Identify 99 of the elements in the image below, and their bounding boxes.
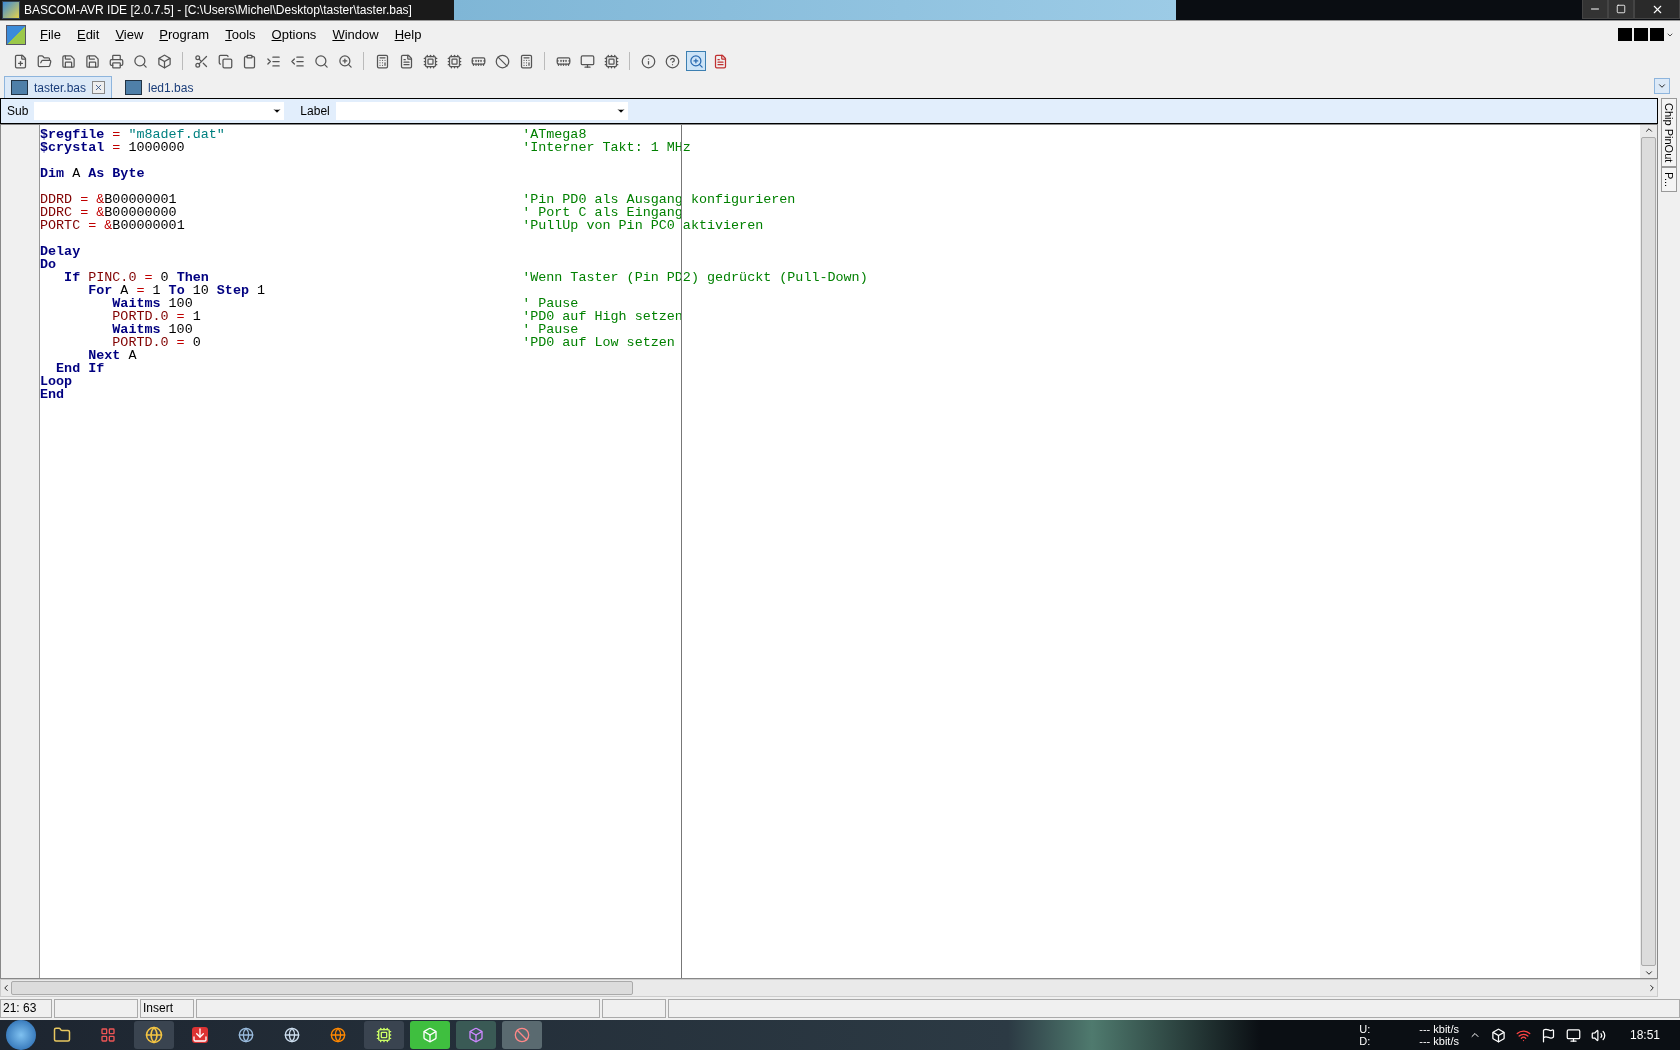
chip-program-icon bbox=[446, 53, 462, 69]
help-icon bbox=[664, 53, 680, 69]
side-tab[interactable]: P... bbox=[1661, 167, 1677, 193]
outdent-icon bbox=[289, 53, 305, 69]
volume-icon[interactable] bbox=[1590, 1027, 1606, 1043]
code-line: DDRC = &B00000000 bbox=[40, 206, 177, 219]
code-comment: 'PD0 auf High setzen bbox=[522, 310, 683, 323]
calculator-icon bbox=[518, 53, 534, 69]
code-line: PORTD.0 = 1 bbox=[111, 310, 201, 323]
caret-icon bbox=[615, 106, 626, 116]
monitor-tray-icon[interactable] bbox=[1565, 1027, 1581, 1043]
code-line: End If bbox=[55, 362, 105, 375]
folder-icon bbox=[36, 53, 52, 69]
caret-icon bbox=[272, 106, 283, 116]
search-icon bbox=[313, 53, 329, 69]
code-line: If PINC.0 = 0 Then bbox=[63, 271, 209, 284]
menu-item[interactable]: File bbox=[32, 27, 69, 42]
code-comment: 'Pin PD0 als Ausgang konfigurieren bbox=[522, 193, 796, 206]
minimize-button[interactable] bbox=[1582, 0, 1608, 19]
menu-item[interactable]: Options bbox=[263, 27, 325, 42]
upload-label: U: bbox=[1359, 1023, 1372, 1035]
menu-item[interactable]: Help bbox=[386, 27, 430, 42]
chip-icon bbox=[422, 53, 438, 69]
window-title: BASCOM-AVR IDE [2.0.7.5] - [C:\Users\Michel\Desktop\taster\taster.bas] bbox=[24, 3, 412, 17]
menu-item[interactable]: Program bbox=[151, 27, 218, 42]
code-comment: 'ATmega8 bbox=[522, 128, 587, 141]
scroll-down-icon bbox=[1643, 968, 1654, 978]
code-line: End bbox=[40, 388, 65, 401]
download-rate: --- kbit/s bbox=[1419, 1035, 1459, 1047]
label-label: Label bbox=[299, 104, 331, 118]
code-line: Dim A As Byte bbox=[40, 167, 145, 180]
app-icon bbox=[2, 1, 20, 19]
maximize-icon bbox=[1616, 4, 1626, 14]
code-line: $crystal = 1000000 bbox=[40, 141, 185, 154]
maximize-button[interactable] bbox=[1608, 0, 1634, 19]
menu-item[interactable]: Tools bbox=[217, 27, 264, 42]
side-tab[interactable]: Chip PinOut bbox=[1661, 98, 1677, 168]
scroll-up-icon bbox=[1643, 125, 1654, 135]
code-line: Next A bbox=[87, 349, 137, 362]
scroll-left-icon bbox=[1, 983, 11, 993]
code-comment: ' Port C als Eingang bbox=[522, 206, 683, 219]
chevron-down-icon bbox=[1657, 81, 1667, 91]
cut-icon bbox=[193, 53, 209, 69]
cursor-position: 21: 63 bbox=[0, 999, 52, 1018]
preview-icon bbox=[132, 53, 148, 69]
file-tab[interactable]: led1.bas bbox=[118, 76, 201, 98]
code-comment: 'PullUp von Pin PC0 aktivieren bbox=[522, 219, 764, 232]
box-tray-icon[interactable] bbox=[1490, 1027, 1506, 1043]
menu-item[interactable]: Edit bbox=[68, 27, 108, 42]
download-label: D: bbox=[1359, 1035, 1372, 1047]
code-line: Delay bbox=[40, 245, 81, 258]
save-icon bbox=[60, 53, 76, 69]
app-icon bbox=[6, 24, 26, 45]
code-line: Do bbox=[40, 258, 57, 271]
save-all-icon bbox=[84, 53, 100, 69]
paste-icon bbox=[241, 53, 257, 69]
copy-icon bbox=[217, 53, 233, 69]
window-layout-icon[interactable] bbox=[1618, 28, 1674, 41]
menu-item[interactable]: Window bbox=[324, 27, 387, 42]
pdf-icon bbox=[712, 53, 728, 69]
stop-icon bbox=[494, 53, 510, 69]
file-icon bbox=[125, 80, 143, 95]
code-comment: 'PD0 auf Low setzen bbox=[522, 336, 675, 349]
scroll-right-icon bbox=[1647, 983, 1657, 993]
clock: 18:51 bbox=[1629, 1028, 1660, 1042]
zoom-button[interactable] bbox=[686, 51, 706, 71]
file-icon bbox=[11, 80, 28, 95]
code-comment: ' Pause bbox=[522, 323, 579, 336]
flag-tray-icon[interactable] bbox=[1540, 1027, 1556, 1043]
horizontal-scrollbar[interactable] bbox=[0, 979, 1658, 997]
code-line: Waitms 100 bbox=[111, 323, 193, 336]
zoom-icon bbox=[688, 53, 704, 69]
lcd-icon bbox=[579, 53, 595, 69]
code-line: PORTD.0 = 0 bbox=[111, 336, 201, 349]
upload-rate: --- kbit/s bbox=[1419, 1023, 1459, 1035]
code-line: DDRD = &B00000001 bbox=[40, 193, 177, 206]
start-button[interactable] bbox=[6, 1020, 36, 1050]
ide-taskbar-icon[interactable] bbox=[364, 1021, 404, 1049]
code-comment: ' Pause bbox=[522, 297, 579, 310]
indent-icon bbox=[265, 53, 281, 69]
edit-mode: Insert bbox=[140, 999, 194, 1018]
code-line: Loop bbox=[40, 375, 73, 388]
close-button[interactable] bbox=[1634, 0, 1680, 19]
info-icon bbox=[640, 53, 656, 69]
file-tab[interactable]: taster.bas bbox=[4, 76, 113, 98]
menu-item[interactable]: View bbox=[107, 27, 152, 42]
new-file-icon bbox=[12, 53, 28, 69]
code-line: For A = 1 To 10 Step 1 bbox=[87, 284, 266, 297]
code-line: $regfile = "m8adef.dat" bbox=[40, 128, 225, 141]
status-pane bbox=[602, 999, 666, 1018]
find-next-icon bbox=[337, 53, 353, 69]
code-line: Waitms 100 bbox=[111, 297, 193, 310]
network-tray-icon[interactable] bbox=[1515, 1027, 1531, 1043]
printer-icon bbox=[108, 53, 124, 69]
browser-taskbar-icon[interactable] bbox=[134, 1021, 174, 1049]
code-line: PORTC = &B00000001 bbox=[40, 219, 185, 232]
close-tab-icon[interactable] bbox=[92, 81, 106, 94]
vertical-scrollbar[interactable] bbox=[1640, 125, 1657, 978]
sub-label: Sub bbox=[6, 104, 30, 118]
